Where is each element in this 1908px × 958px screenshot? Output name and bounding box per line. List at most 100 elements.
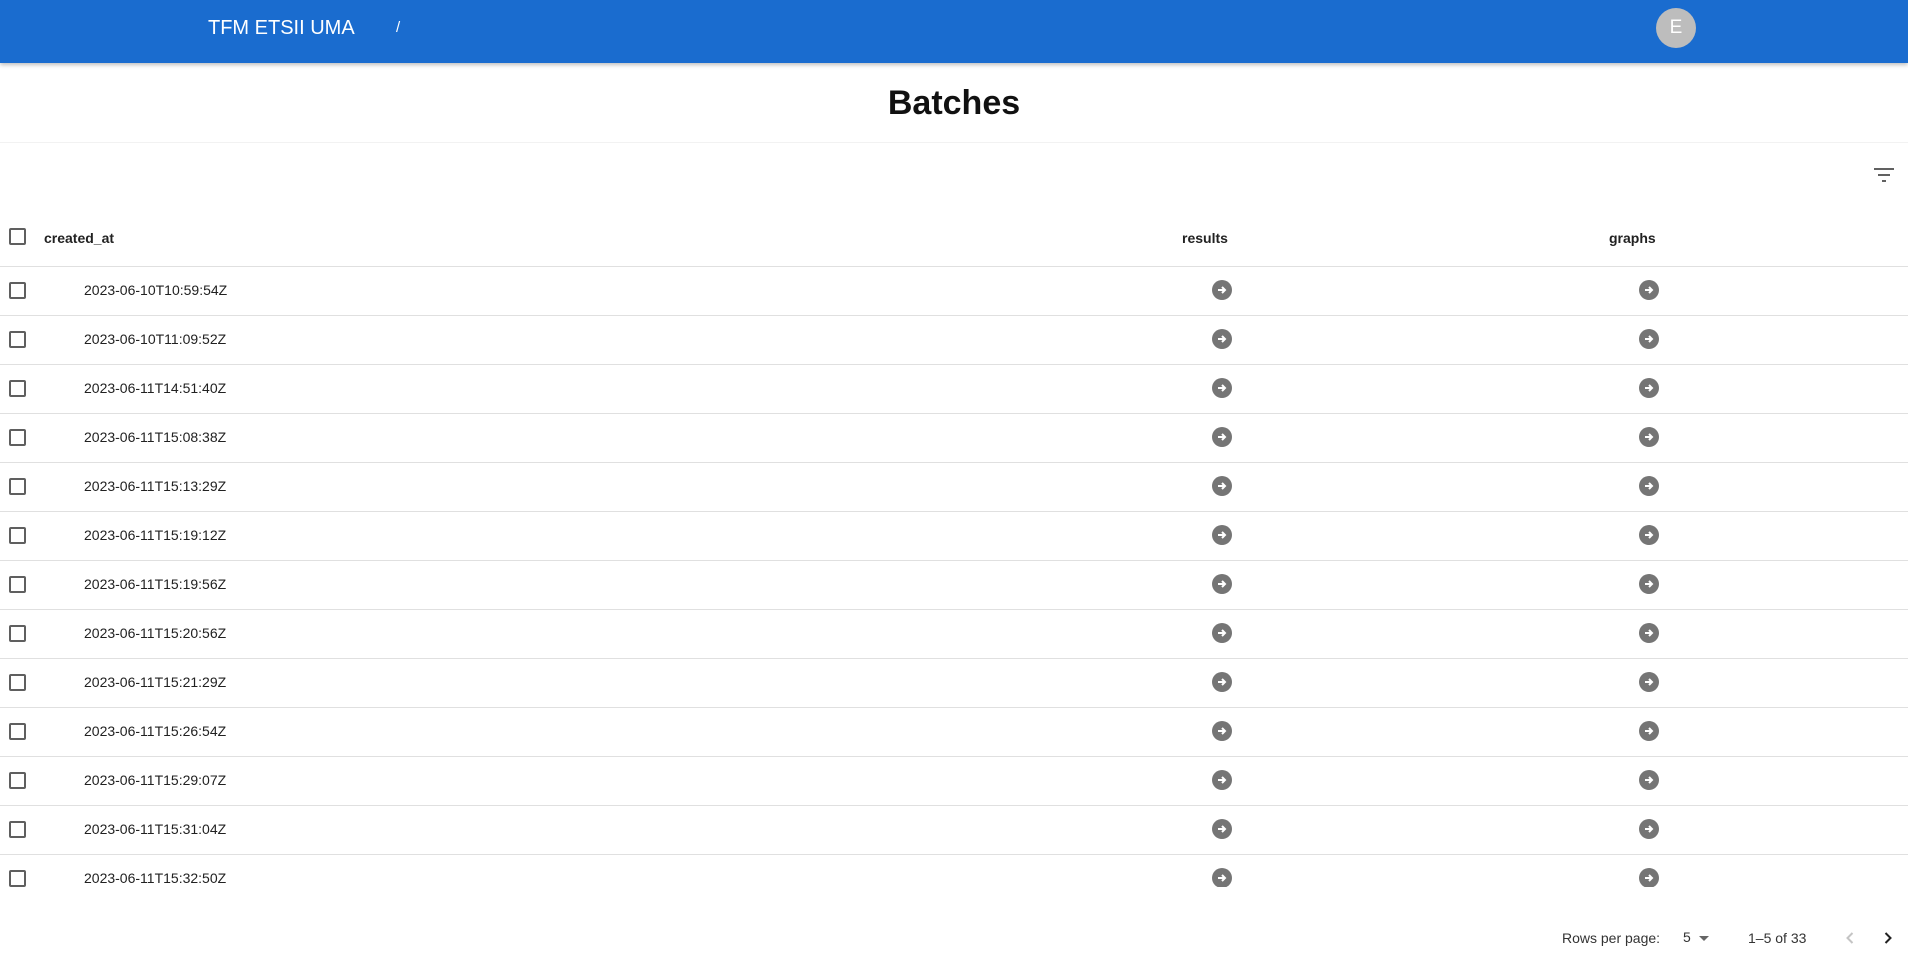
- results-link-button[interactable]: [1212, 868, 1232, 887]
- table-pagination: Rows per page: 5 1–5 of 33: [0, 918, 1908, 958]
- graphs-link-button[interactable]: [1639, 525, 1659, 545]
- table-row[interactable]: 2023-06-11T15:31:04Z: [0, 806, 1908, 855]
- arrow-right-icon: [1645, 825, 1654, 833]
- column-header-results[interactable]: results: [1182, 230, 1228, 246]
- breadcrumb-separator: /: [396, 19, 401, 36]
- select-all-checkbox[interactable]: [9, 228, 26, 245]
- graphs-link-button[interactable]: [1639, 770, 1659, 790]
- graphs-link-button[interactable]: [1639, 623, 1659, 643]
- graphs-link-button[interactable]: [1639, 868, 1659, 887]
- arrow-right-icon: [1645, 482, 1654, 490]
- graphs-link-button[interactable]: [1639, 378, 1659, 398]
- results-link-button[interactable]: [1212, 623, 1232, 643]
- table-row[interactable]: 2023-06-11T14:51:40Z: [0, 365, 1908, 414]
- graphs-link-button[interactable]: [1639, 819, 1659, 839]
- filter-button[interactable]: [1868, 162, 1900, 188]
- next-page-button[interactable]: [1876, 926, 1900, 950]
- arrow-right-icon: [1218, 286, 1227, 294]
- row-checkbox[interactable]: [9, 527, 26, 544]
- table-row[interactable]: 2023-06-11T15:32:50Z: [0, 855, 1908, 887]
- created-at-cell: 2023-06-11T15:29:07Z: [84, 772, 227, 788]
- rows-per-page-select[interactable]: 5: [1683, 929, 1709, 945]
- results-link-button[interactable]: [1212, 574, 1232, 594]
- arrow-right-icon: [1218, 727, 1227, 735]
- row-checkbox[interactable]: [9, 331, 26, 348]
- arrow-right-icon: [1218, 531, 1227, 539]
- pagination-range: 1–5 of 33: [1748, 930, 1807, 946]
- created-at-cell: 2023-06-11T15:26:54Z: [84, 723, 227, 739]
- row-checkbox[interactable]: [9, 380, 26, 397]
- created-at-cell: 2023-06-11T15:13:29Z: [84, 478, 227, 494]
- table-row[interactable]: 2023-06-11T15:20:56Z: [0, 610, 1908, 659]
- results-link-button[interactable]: [1212, 721, 1232, 741]
- row-checkbox[interactable]: [9, 674, 26, 691]
- table-row[interactable]: 2023-06-11T15:13:29Z: [0, 463, 1908, 512]
- results-link-button[interactable]: [1212, 770, 1232, 790]
- graphs-link-button[interactable]: [1639, 721, 1659, 741]
- table-row[interactable]: 2023-06-11T15:08:38Z: [0, 414, 1908, 463]
- row-checkbox[interactable]: [9, 429, 26, 446]
- rows-per-page-label: Rows per page:: [1562, 930, 1661, 946]
- arrow-right-icon: [1218, 776, 1227, 784]
- graphs-link-button[interactable]: [1639, 280, 1659, 300]
- previous-page-button[interactable]: [1838, 926, 1862, 950]
- filter-list-icon: [1874, 168, 1894, 182]
- created-at-cell: 2023-06-11T15:20:56Z: [84, 625, 227, 641]
- arrow-right-icon: [1218, 384, 1227, 392]
- app-title[interactable]: TFM ETSII UMA: [208, 17, 355, 40]
- created-at-cell: 2023-06-11T15:21:29Z: [84, 674, 227, 690]
- created-at-cell: 2023-06-11T15:31:04Z: [84, 821, 227, 837]
- table-row[interactable]: 2023-06-11T15:29:07Z: [0, 757, 1908, 806]
- chevron-right-icon: [1884, 932, 1892, 944]
- arrow-right-icon: [1645, 776, 1654, 784]
- app-bar: TFM ETSII UMA / E: [0, 0, 1908, 63]
- graphs-link-button[interactable]: [1639, 574, 1659, 594]
- column-header-graphs[interactable]: graphs: [1609, 230, 1656, 246]
- row-checkbox[interactable]: [9, 772, 26, 789]
- table-row[interactable]: 2023-06-10T11:09:52Z: [0, 316, 1908, 365]
- row-checkbox[interactable]: [9, 282, 26, 299]
- arrow-right-icon: [1218, 482, 1227, 490]
- arrow-right-icon: [1645, 678, 1654, 686]
- page-title: Batches: [887, 84, 1021, 122]
- results-link-button[interactable]: [1212, 819, 1232, 839]
- row-checkbox[interactable]: [9, 625, 26, 642]
- arrow-right-icon: [1218, 629, 1227, 637]
- graphs-link-button[interactable]: [1639, 476, 1659, 496]
- arrow-right-icon: [1218, 825, 1227, 833]
- arrow-right-icon: [1645, 580, 1654, 588]
- graphs-link-button[interactable]: [1639, 329, 1659, 349]
- row-checkbox[interactable]: [9, 723, 26, 740]
- row-checkbox[interactable]: [9, 870, 26, 887]
- results-link-button[interactable]: [1212, 476, 1232, 496]
- results-link-button[interactable]: [1212, 672, 1232, 692]
- row-checkbox[interactable]: [9, 576, 26, 593]
- arrow-right-icon: [1218, 433, 1227, 441]
- graphs-link-button[interactable]: [1639, 427, 1659, 447]
- created-at-cell: 2023-06-10T11:09:52Z: [84, 331, 227, 347]
- results-link-button[interactable]: [1212, 280, 1232, 300]
- table-body[interactable]: 2023-06-10T10:59:54Z 2023-06-10T11:09:52Z…: [0, 267, 1908, 887]
- table-row[interactable]: 2023-06-11T15:21:29Z: [0, 659, 1908, 708]
- arrow-right-icon: [1645, 384, 1654, 392]
- arrow-right-icon: [1645, 286, 1654, 294]
- column-header-created-at[interactable]: created_at: [44, 230, 114, 246]
- table-row[interactable]: 2023-06-10T10:59:54Z: [0, 267, 1908, 316]
- created-at-cell: 2023-06-11T15:19:12Z: [84, 527, 227, 543]
- results-link-button[interactable]: [1212, 525, 1232, 545]
- row-checkbox[interactable]: [9, 478, 26, 495]
- row-checkbox[interactable]: [9, 821, 26, 838]
- created-at-cell: 2023-06-10T10:59:54Z: [84, 282, 228, 298]
- arrow-right-icon: [1645, 433, 1654, 441]
- table-row[interactable]: 2023-06-11T15:19:12Z: [0, 512, 1908, 561]
- results-link-button[interactable]: [1212, 329, 1232, 349]
- table-row[interactable]: 2023-06-11T15:19:56Z: [0, 561, 1908, 610]
- graphs-link-button[interactable]: [1639, 672, 1659, 692]
- chevron-left-icon: [1846, 932, 1854, 944]
- arrow-right-icon: [1218, 335, 1227, 343]
- table-row[interactable]: 2023-06-11T15:26:54Z: [0, 708, 1908, 757]
- user-avatar[interactable]: E: [1656, 8, 1696, 48]
- created-at-cell: 2023-06-11T15:32:50Z: [84, 870, 227, 886]
- results-link-button[interactable]: [1212, 378, 1232, 398]
- results-link-button[interactable]: [1212, 427, 1232, 447]
